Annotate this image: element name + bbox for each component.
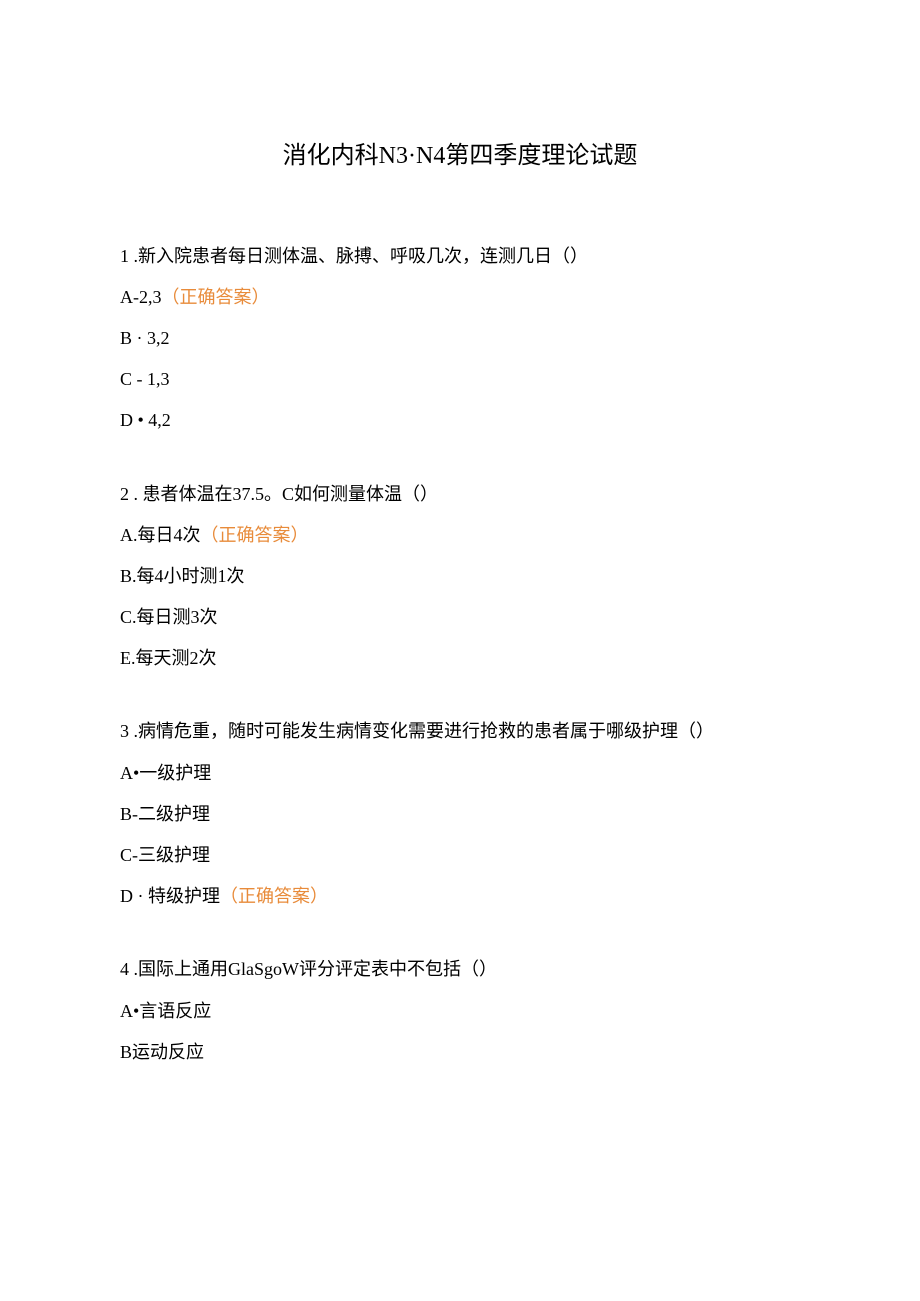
option-a: A•言语反应 <box>120 999 800 1024</box>
option-a-label: A-2,3 <box>120 287 162 307</box>
option-d: D · 特级护理（正确答案） <box>120 884 800 909</box>
question-1: 1 .新入院患者每日测体温、脉搏、呼吸几次，连测几日（） A-2,3（正确答案）… <box>120 244 800 434</box>
question-2: 2 . 患者体温在37.5。C如何测量体温（） A.每日4次（正确答案） B.每… <box>120 482 800 672</box>
option-a-label: A.每日4次 <box>120 525 201 545</box>
correct-answer-marker: （正确答案） <box>201 525 309 545</box>
option-b: B-二级护理 <box>120 802 800 827</box>
option-c: C-三级护理 <box>120 843 800 868</box>
correct-answer-marker: （正确答案） <box>220 886 328 906</box>
page-title: 消化内科N3·N4第四季度理论试题 <box>120 140 800 174</box>
question-text: 1 .新入院患者每日测体温、脉搏、呼吸几次，连测几日（） <box>120 244 800 269</box>
option-c: C.每日测3次 <box>120 605 800 630</box>
option-e: E.每天测2次 <box>120 646 800 671</box>
question-3: 3 .病情危重，随时可能发生病情变化需要进行抢救的患者属于哪级护理（） A•一级… <box>120 719 800 909</box>
question-text: 3 .病情危重，随时可能发生病情变化需要进行抢救的患者属于哪级护理（） <box>120 719 800 744</box>
option-b: B.每4小时测1次 <box>120 564 800 589</box>
option-c: C - 1,3 <box>120 367 800 392</box>
option-d-label: D · 特级护理 <box>120 886 220 906</box>
option-b: B运动反应 <box>120 1040 800 1065</box>
option-a: A•一级护理 <box>120 761 800 786</box>
correct-answer-marker: （正确答案） <box>162 287 270 307</box>
question-text: 2 . 患者体温在37.5。C如何测量体温（） <box>120 482 800 507</box>
option-a: A.每日4次（正确答案） <box>120 523 800 548</box>
question-4: 4 .国际上通用GlaSgoW评分评定表中不包括（） A•言语反应 B运动反应 <box>120 957 800 1065</box>
option-b: B · 3,2 <box>120 326 800 351</box>
option-d: D • 4,2 <box>120 408 800 433</box>
option-a: A-2,3（正确答案） <box>120 285 800 310</box>
question-text: 4 .国际上通用GlaSgoW评分评定表中不包括（） <box>120 957 800 982</box>
